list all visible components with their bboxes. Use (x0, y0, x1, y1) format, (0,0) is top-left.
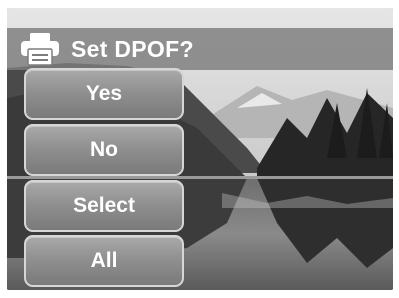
no-button-label: No (90, 138, 118, 161)
dialog-title: Set DPOF? (71, 36, 194, 62)
camera-lcd-screen: Set DPOF? Yes No Select All (7, 8, 393, 290)
select-button-label: Select (73, 194, 135, 217)
yes-button[interactable]: Yes (24, 68, 184, 120)
all-button[interactable]: All (24, 235, 184, 287)
all-button-label: All (90, 249, 118, 272)
dialog-title-bar: Set DPOF? (7, 28, 393, 70)
printer-icon (21, 33, 59, 66)
yes-button-label: Yes (85, 82, 123, 105)
select-button[interactable]: Select (24, 180, 184, 232)
no-button[interactable]: No (24, 124, 184, 176)
